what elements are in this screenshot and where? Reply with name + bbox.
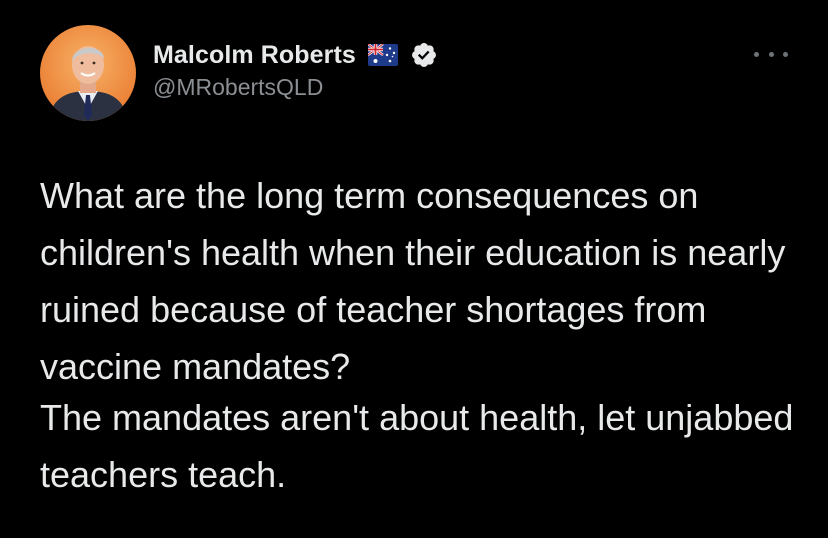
more-dot (768, 51, 774, 57)
verified-badge-icon (410, 41, 438, 69)
more-dot (754, 51, 759, 57)
author-handle[interactable]: @MRobertsQLD (153, 74, 438, 101)
tweet-text-paragraph-2: The mandates aren't about health, let un… (40, 397, 794, 495)
author-display-name[interactable]: Malcolm Roberts (153, 41, 356, 70)
tweet-text-paragraph-1: What are the long term consequences on c… (40, 175, 786, 387)
tweet: Malcolm Roberts @MRobertsQLD What are th… (0, 0, 828, 538)
more-options-icon[interactable] (754, 46, 788, 62)
avatar[interactable] (40, 25, 136, 121)
avatar-image (40, 25, 136, 121)
more-dot (783, 51, 788, 57)
australian-flag-icon (367, 43, 398, 66)
author-block: Malcolm Roberts @MRobertsQLD (153, 38, 438, 101)
author-name-row: Malcolm Roberts (153, 38, 438, 72)
